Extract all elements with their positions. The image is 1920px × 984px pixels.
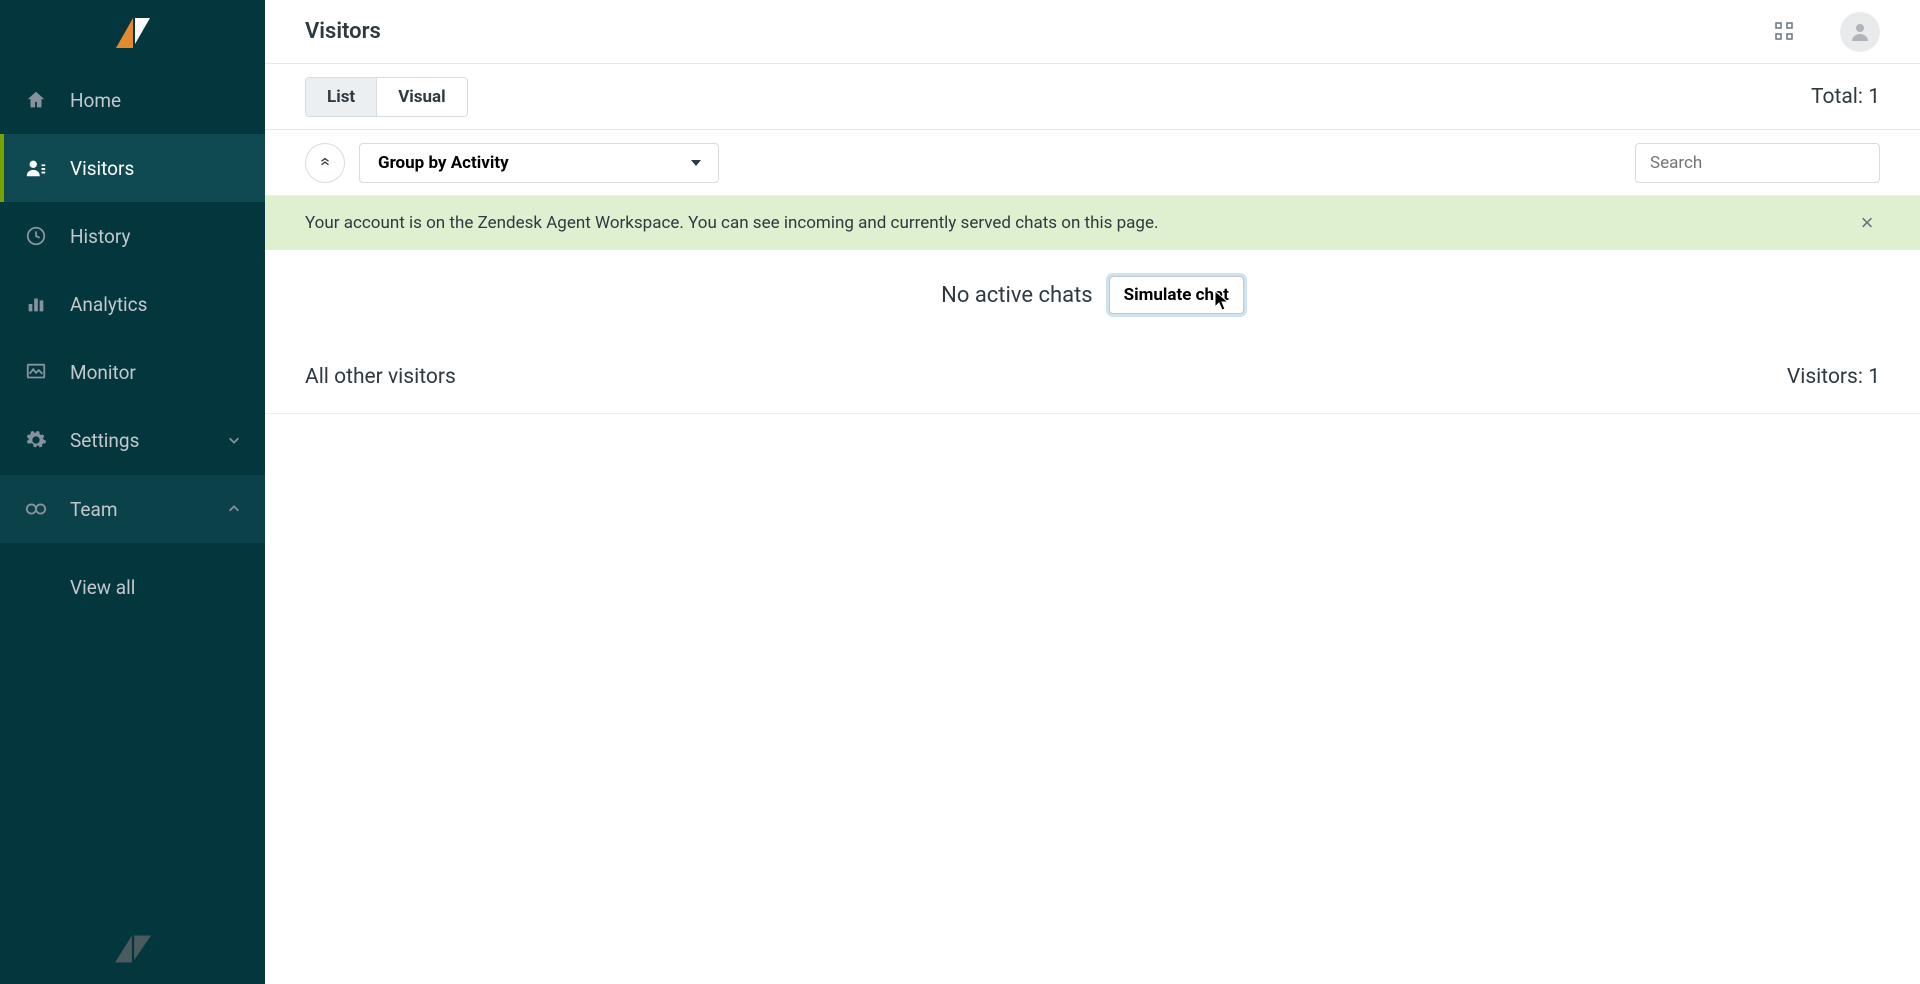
sidebar-item-settings[interactable]: Settings [0, 406, 265, 474]
sidebar-item-label: Home [70, 89, 121, 112]
monitor-icon [24, 360, 48, 384]
banner-text: Your account is on the Zendesk Agent Wor… [305, 213, 1158, 233]
page-title: Visitors [305, 19, 381, 44]
user-avatar[interactable] [1840, 12, 1880, 52]
sidebar-item-monitor[interactable]: Monitor [0, 338, 265, 406]
sidebar-item-label: Analytics [70, 293, 147, 316]
sidebar-item-analytics[interactable]: Analytics [0, 270, 265, 338]
user-icon [1848, 20, 1872, 44]
main: Visitors List Visual [265, 0, 1920, 984]
chevron-up-icon [227, 498, 241, 521]
chevron-down-icon [227, 429, 241, 452]
visitors-count-label: Visitors: [1787, 365, 1863, 389]
zendesk-icon [115, 935, 151, 963]
history-icon [24, 224, 48, 248]
total-value: 1 [1868, 85, 1880, 109]
sidebar-item-home[interactable]: Home [0, 66, 265, 134]
apps-launcher-button[interactable] [1774, 21, 1796, 43]
sidebar-item-label: Visitors [70, 157, 134, 180]
brand-logo [0, 0, 265, 66]
sidebar-item-team[interactable]: Team [0, 475, 265, 543]
empty-state: No active chats Simulate chat [265, 250, 1920, 340]
total-count: Total: 1 [1811, 85, 1880, 109]
simulate-chat-button[interactable]: Simulate chat [1109, 276, 1244, 314]
topbar: Visitors [265, 0, 1920, 64]
search-input[interactable] [1635, 143, 1880, 183]
empty-state-text: No active chats [941, 283, 1093, 308]
collapse-icon [318, 156, 332, 170]
sidebar-item-label: History [70, 225, 130, 248]
section-title: All other visitors [305, 365, 456, 389]
filter-bar: Group by Activity [265, 130, 1920, 196]
view-toolbar: List Visual Total: 1 [265, 64, 1920, 130]
sidebar-item-history[interactable]: History [0, 202, 265, 270]
visitors-section-header: All other visitors Visitors: 1 [265, 340, 1920, 414]
tab-visual[interactable]: Visual [376, 78, 466, 116]
sidebar: Home Visitors History Analytics Monitor [0, 0, 265, 984]
apps-grid-icon [1775, 22, 1795, 42]
analytics-icon [24, 292, 48, 316]
visitors-icon [24, 156, 48, 180]
sidebar-item-label: Team [70, 498, 118, 521]
total-label: Total: [1811, 85, 1863, 109]
view-mode-segmented: List Visual [305, 77, 468, 117]
info-banner: Your account is on the Zendesk Agent Wor… [265, 196, 1920, 250]
banner-close-button[interactable]: × [1854, 210, 1880, 236]
sidebar-item-label: Settings [70, 429, 139, 452]
gear-icon [24, 428, 48, 452]
sidebar-item-label: Monitor [70, 361, 136, 384]
home-icon [24, 88, 48, 112]
sidebar-item-visitors[interactable]: Visitors [0, 134, 265, 202]
visitors-count-value: 1 [1868, 365, 1880, 389]
visitors-count: Visitors: 1 [1787, 365, 1880, 389]
close-icon: × [1861, 210, 1874, 235]
group-by-select[interactable]: Group by Activity [359, 143, 719, 183]
team-icon [24, 497, 48, 521]
sidebar-subitem-label: View all [70, 576, 135, 599]
sidebar-subitem-view-all[interactable]: View all [0, 563, 265, 611]
zendesk-chat-icon [116, 18, 150, 48]
collapse-all-button[interactable] [305, 143, 345, 183]
tab-list[interactable]: List [306, 78, 376, 116]
sidebar-footer-logo [0, 914, 265, 984]
